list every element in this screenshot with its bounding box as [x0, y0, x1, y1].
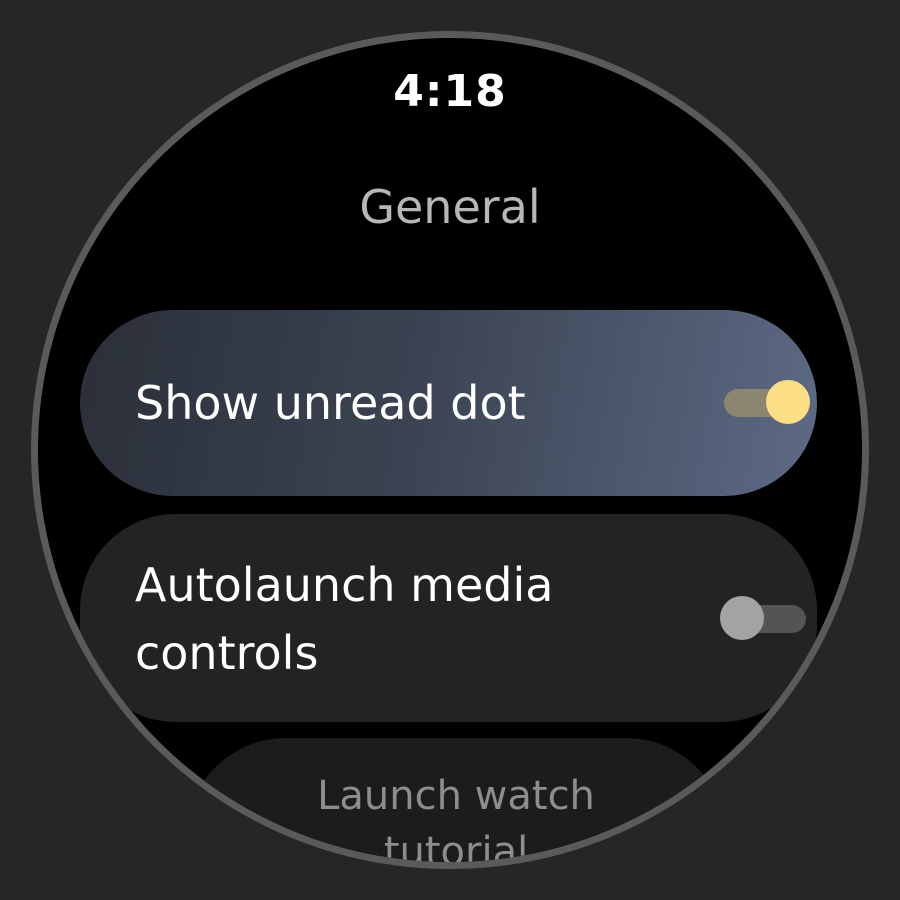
toggle-thumb — [766, 380, 810, 424]
toggle-thumb — [720, 596, 764, 640]
autolaunch-label-line-1: Autolaunch media — [135, 558, 554, 612]
page-title: General — [359, 180, 541, 234]
launch-watch-tutorial-button[interactable]: Launch watch tutorial — [186, 738, 726, 862]
autolaunch-label-line-2: controls — [135, 626, 319, 680]
launch-watch-tutorial-label: Launch watch tutorial — [186, 768, 726, 862]
autolaunch-media-controls-toggle[interactable] — [720, 594, 810, 640]
watch-screen: 4:18 General Show unread dot Autolaunch … — [38, 38, 862, 862]
tutorial-label-line-1: Launch watch — [317, 773, 595, 819]
show-unread-dot-toggle[interactable] — [720, 378, 810, 424]
autolaunch-media-controls-setting[interactable]: Autolaunch media controls — [80, 514, 817, 722]
show-unread-dot-label: Show unread dot — [135, 376, 526, 430]
autolaunch-media-controls-label: Autolaunch media controls — [135, 551, 553, 687]
status-time: 4:18 — [393, 66, 507, 117]
show-unread-dot-setting[interactable]: Show unread dot — [80, 310, 817, 496]
tutorial-label-line-2: tutorial — [383, 829, 529, 862]
